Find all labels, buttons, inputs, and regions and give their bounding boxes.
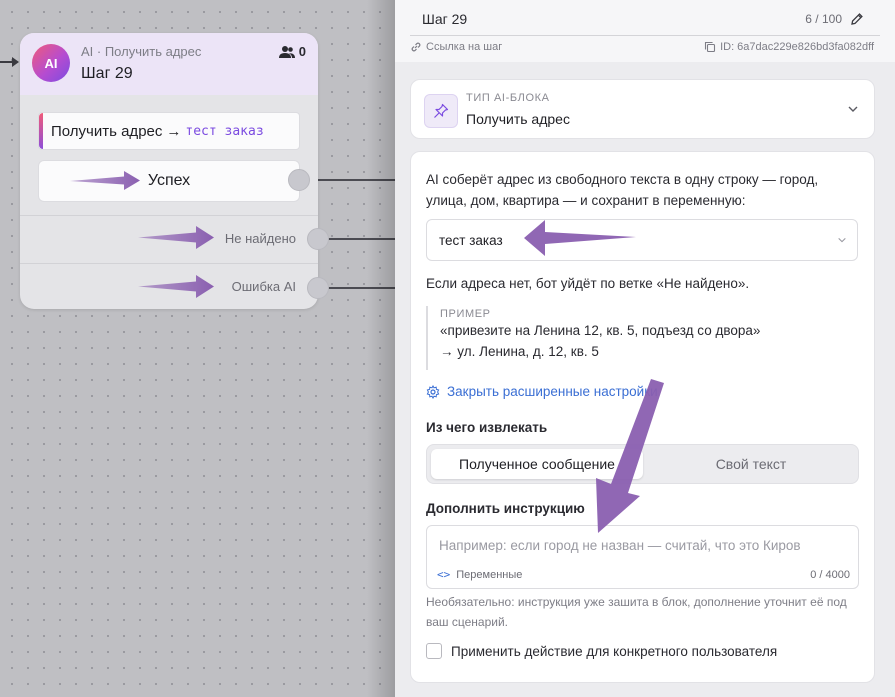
insert-variables-label: Переменные <box>456 568 523 581</box>
branch-not-found[interactable]: Не найдено <box>20 215 318 261</box>
ai-block-settings-card: AI соберёт адрес из свободного текста в … <box>410 151 875 683</box>
node-users-counter[interactable]: 0 <box>278 44 306 59</box>
code-brackets-icon: <> <box>437 568 451 581</box>
step-name-input[interactable]: Шаг 29 <box>422 11 467 27</box>
step-name-counter: 6 / 100 <box>805 12 864 26</box>
action-label: Получить адрес <box>51 122 163 140</box>
source-option-custom-text[interactable]: Свой текст <box>647 449 855 479</box>
incoming-connection-arrow-icon <box>0 57 19 67</box>
pencil-icon[interactable] <box>850 12 864 26</box>
node-action-chip[interactable]: Получить адрес → тест заказ <box>38 112 300 150</box>
apply-per-user-checkbox[interactable] <box>426 643 442 659</box>
ai-block-type-value: Получить адрес <box>466 111 570 127</box>
panel-header: Шаг 29 6 / 100 Ссылка на шаг ID: 6a7dac2… <box>395 0 895 62</box>
connection-line-not-found <box>328 238 395 240</box>
step-settings-panel: Шаг 29 6 / 100 Ссылка на шаг ID: 6a7dac2… <box>395 0 895 697</box>
flow-node-step-29[interactable]: AI AI · Получить адрес Шаг 29 0 Получить… <box>20 33 318 309</box>
instruction-placeholder: Например: если город не назван — считай,… <box>439 538 801 553</box>
instruction-section-title: Дополнить инструкцию <box>426 501 585 516</box>
insert-variables-button[interactable]: <> Переменные <box>437 568 522 581</box>
header-divider <box>410 35 880 36</box>
connection-line-success <box>308 179 395 181</box>
instruction-char-count: 0 / 4000 <box>810 569 850 581</box>
pin-icon-box <box>424 94 458 128</box>
block-description: AI соберёт адрес из свободного текста в … <box>426 172 819 208</box>
example-block: ПРИМЕР «привезите на Ленина 12, кв. 5, п… <box>426 306 856 370</box>
pin-icon <box>434 103 449 118</box>
copy-icon <box>705 41 716 53</box>
node-title: Шаг 29 <box>81 65 133 82</box>
port-ai-error[interactable] <box>307 277 329 299</box>
ai-block-type-select[interactable]: ТИП AI-БЛОКА Получить адрес <box>410 79 875 139</box>
example-label: ПРИМЕР <box>440 308 491 320</box>
node-header: AI AI · Получить адрес Шаг 29 0 <box>20 33 318 95</box>
step-id-copy[interactable]: ID: 6a7dac229e826bd3fa082dff <box>704 41 874 53</box>
ai-block-type-label: ТИП AI-БЛОКА <box>466 92 550 104</box>
link-icon <box>411 42 421 52</box>
step-link-button[interactable]: Ссылка на шаг <box>410 41 502 53</box>
users-count: 0 <box>298 44 306 59</box>
port-success[interactable] <box>288 169 310 191</box>
branch-ai-error-label: Ошибка AI <box>231 279 296 294</box>
branch-success-label: Успех <box>147 172 191 189</box>
chevron-down-icon <box>848 106 858 112</box>
close-advanced-settings-label: Закрыть расширенные настройки <box>447 384 658 399</box>
instruction-help-text: Необязательно: инструкция уже зашита в б… <box>426 595 847 629</box>
step-link-label: Ссылка на шаг <box>426 41 503 53</box>
variable-select-value: тест заказ <box>439 232 503 248</box>
flow-canvas[interactable]: AI AI · Получить адрес Шаг 29 0 Получить… <box>0 0 395 697</box>
apply-per-user-checkbox-row[interactable]: Применить действие для конкретного польз… <box>426 643 777 659</box>
users-icon <box>278 45 295 58</box>
not-found-hint: Если адреса нет, бот уйдёт по ветке «Не … <box>426 276 750 291</box>
example-input: «привезите на Ленина 12, кв. 5, подъезд … <box>440 323 761 338</box>
node-subtitle: AI · Получить адрес <box>81 44 202 59</box>
connection-line-ai-error <box>328 287 395 289</box>
step-counter-text: 6 / 100 <box>805 12 842 26</box>
source-section-title: Из чего извлекать <box>426 420 548 435</box>
ai-badge-icon: AI <box>32 44 70 82</box>
variable-select[interactable]: тест заказ <box>426 219 858 261</box>
gear-icon <box>426 384 440 399</box>
action-variable: тест заказ <box>185 123 264 139</box>
source-segmented-control: Полученное сообщение Свой текст <box>426 444 859 484</box>
action-arrow: → <box>166 122 182 140</box>
branch-not-found-label: Не найдено <box>224 231 296 246</box>
step-id-text: ID: 6a7dac229e826bd3fa082dff <box>720 41 874 53</box>
chevron-down-icon <box>838 237 846 243</box>
close-advanced-settings-link[interactable]: Закрыть расширенные настройки <box>426 384 658 399</box>
instruction-textarea[interactable]: Например: если город не назван — считай,… <box>426 525 859 589</box>
branch-success-button[interactable]: Успех <box>38 160 300 202</box>
branch-ai-error[interactable]: Ошибка AI <box>20 263 318 309</box>
apply-per-user-label: Применить действие для конкретного польз… <box>451 643 778 659</box>
port-not-found[interactable] <box>307 228 329 250</box>
source-option-received-message[interactable]: Полученное сообщение <box>431 449 643 479</box>
example-output: → ул. Ленина, д. 12, кв. 5 <box>440 344 599 359</box>
